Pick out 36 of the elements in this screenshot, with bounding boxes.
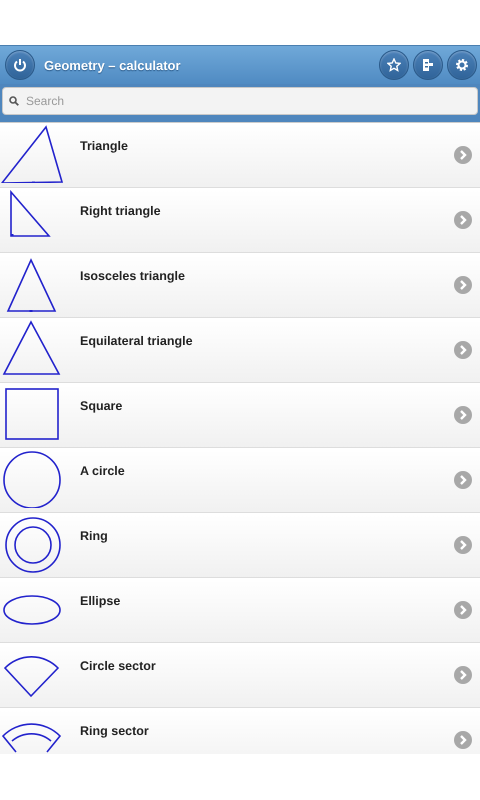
shape-name: Right triangle [80, 204, 161, 218]
chevron-icon [454, 666, 472, 684]
shape-name: A circle [80, 464, 125, 478]
power-button[interactable] [5, 50, 35, 80]
chevron-icon [454, 536, 472, 554]
shape-name: Triangle [80, 139, 128, 153]
chevron-icon [454, 731, 472, 749]
app-title: Geometry – calculator [44, 58, 181, 72]
shape-name: Isosceles triangle [80, 269, 185, 283]
chevron-icon [454, 601, 472, 619]
settings-button[interactable] [447, 50, 477, 80]
shape-name: Ellipse [80, 594, 120, 608]
shape-item[interactable]: Triangle [0, 123, 480, 188]
shape-name: Circle sector [80, 659, 156, 673]
chevron-icon [454, 471, 472, 489]
star-icon [387, 58, 401, 72]
shape-item[interactable]: A circle [0, 448, 480, 513]
shape-item[interactable]: Equilateral triangle [0, 318, 480, 383]
chevron-icon [454, 146, 472, 164]
shape-name: Square [80, 399, 122, 413]
chevron-icon [454, 341, 472, 359]
document-icon [421, 58, 435, 72]
shape-name: Ring [80, 529, 108, 543]
triangle-icon [0, 123, 64, 183]
chevron-icon [454, 211, 472, 229]
shape-name: Ring sector [80, 724, 149, 738]
search-field[interactable]: Search [2, 87, 478, 115]
chevron-icon [454, 406, 472, 424]
power-icon [13, 58, 27, 72]
settings-icon [455, 58, 469, 72]
search-icon [9, 96, 19, 106]
favorites-button[interactable] [379, 50, 409, 80]
shape-name: Equilateral triangle [80, 334, 193, 348]
chevron-icon [454, 276, 472, 294]
export-button[interactable] [413, 50, 443, 80]
shape-item[interactable]: Right triangle [0, 188, 480, 253]
